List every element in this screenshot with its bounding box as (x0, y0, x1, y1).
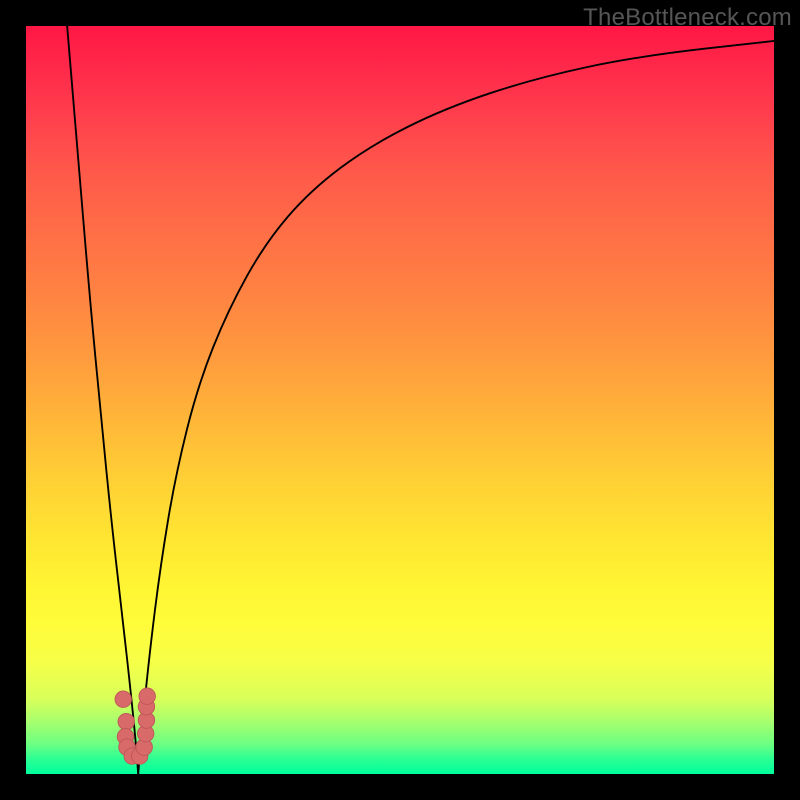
chart-svg (26, 26, 774, 774)
curve-group (67, 26, 774, 774)
curve-left-branch (67, 26, 138, 774)
curve-right-branch (138, 41, 774, 774)
marker-group (115, 688, 155, 764)
data-marker (139, 688, 155, 704)
data-marker (115, 691, 131, 707)
plot-area (26, 26, 774, 774)
data-marker (118, 713, 134, 729)
chart-frame: TheBottleneck.com (0, 0, 800, 800)
